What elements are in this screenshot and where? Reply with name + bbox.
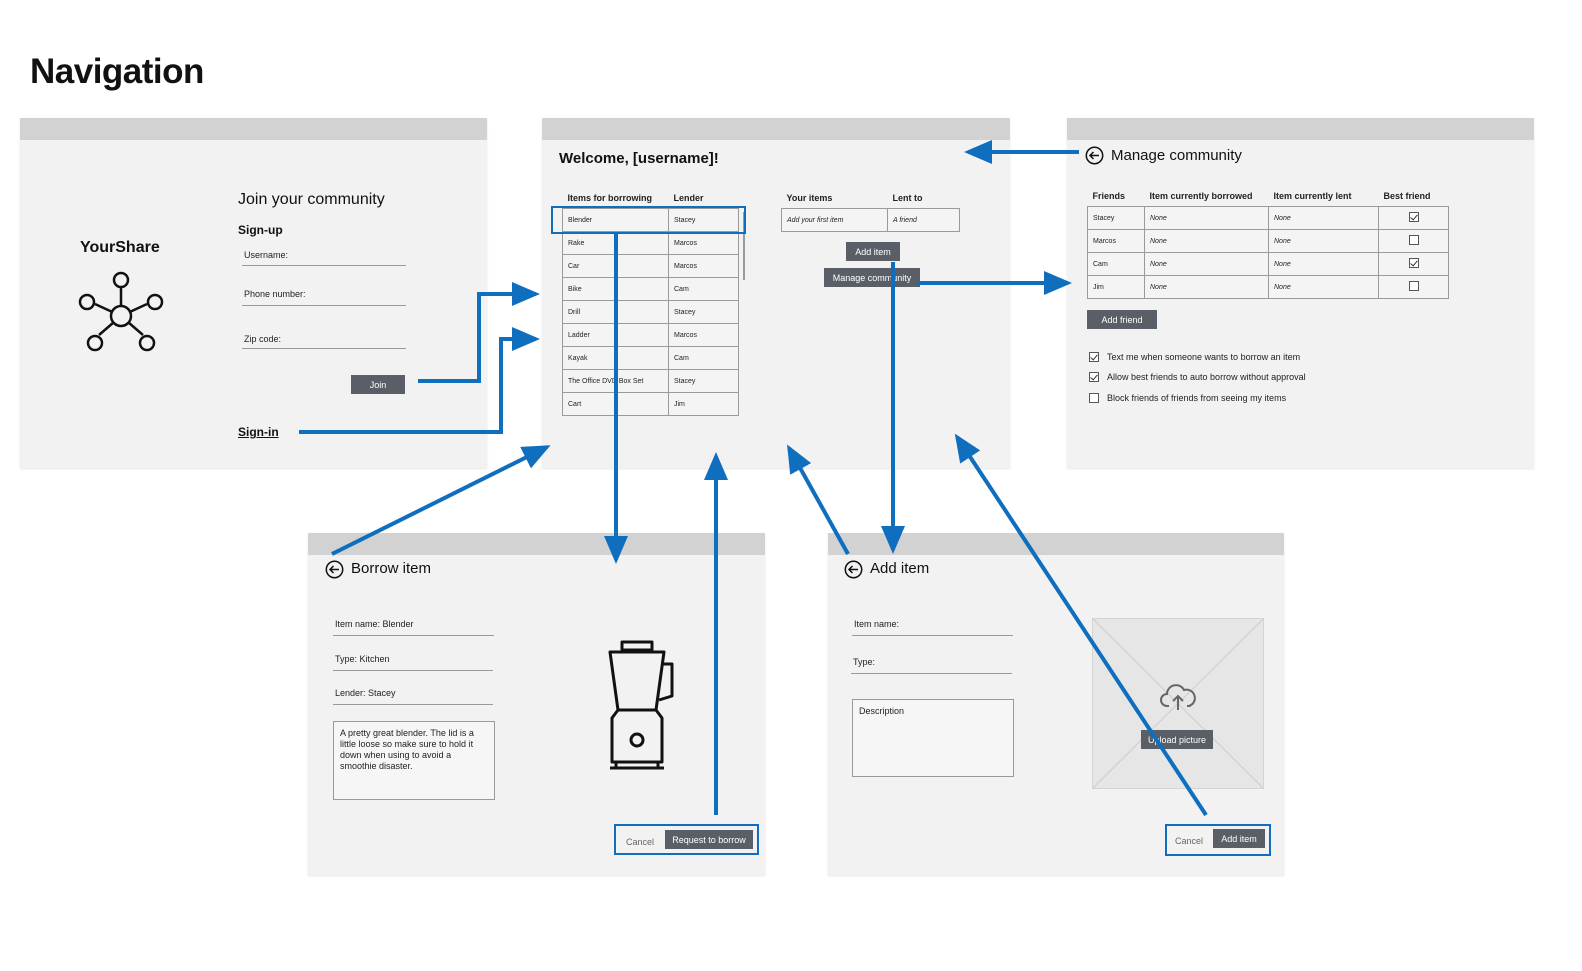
arrow-signin-to-home xyxy=(299,327,540,434)
arrow-borrow-back-to-home xyxy=(331,445,551,556)
arrow-add-back-to-home xyxy=(787,444,850,555)
arrow-add-submit-to-home xyxy=(954,433,1208,817)
navigation-arrows xyxy=(299,140,1208,817)
